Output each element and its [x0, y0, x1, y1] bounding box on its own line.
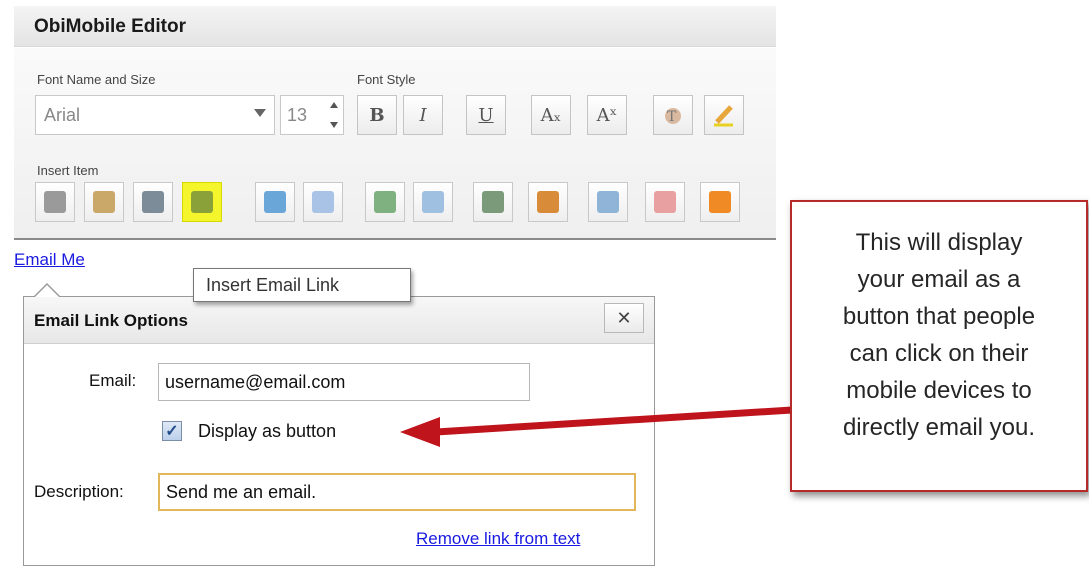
description-input[interactable] [158, 473, 636, 511]
rss-icon [709, 191, 731, 213]
gallery-insert-button[interactable] [528, 182, 568, 222]
editor-title: ObiMobile Editor [34, 16, 186, 37]
font-group-label: Font Name and Size [37, 72, 156, 87]
bold-button[interactable]: B [357, 95, 397, 135]
email-icon [191, 191, 213, 213]
display-as-button-label: Display as button [198, 421, 337, 441]
image-icon [93, 191, 115, 213]
rss-insert-button[interactable] [700, 182, 740, 222]
email-insert-button[interactable] [182, 182, 222, 222]
clock-icon [597, 191, 619, 213]
bold-glyph: B [369, 104, 385, 126]
editor-header: ObiMobile Editor [14, 6, 776, 47]
display-as-button-checkbox[interactable]: ✓ [162, 421, 182, 441]
email-link-options-dialog: Email Link Options ✕ Email: ✓ Display as… [23, 296, 655, 566]
dialog-pointer-fill [35, 285, 59, 297]
insert-email-link-tooltip: Insert Email Link [193, 268, 411, 302]
annotation-callout: This will display your email as a button… [790, 200, 1088, 492]
callout-line: can click on their [849, 340, 1029, 367]
callout-line: button that people [842, 303, 1036, 330]
callout-line: This will display [855, 229, 1023, 256]
svg-text:T: T [667, 109, 677, 125]
dropdown-arrow-icon [254, 109, 266, 117]
text-color-button[interactable]: T [653, 95, 693, 135]
hand-insert-button[interactable] [645, 182, 685, 222]
highlight-button[interactable] [704, 95, 744, 135]
link-insert-button[interactable] [35, 182, 75, 222]
table-icon [312, 191, 334, 213]
film-insert-button[interactable] [473, 182, 513, 222]
underline-glyph: U [478, 104, 494, 126]
spin-up-icon[interactable] [330, 102, 338, 108]
arrow-button-insert-button[interactable] [365, 182, 405, 222]
tooltip-text: Insert Email Link [206, 275, 340, 295]
chart-icon [264, 191, 286, 213]
font-name-value: Arial [44, 105, 81, 125]
table-insert-button[interactable] [303, 182, 343, 222]
phone-insert-button[interactable] [133, 182, 173, 222]
hand-icon [654, 191, 676, 213]
remove-link-button[interactable]: Remove link from text [416, 529, 580, 549]
dialog-header: Email Link Options ✕ [24, 297, 654, 344]
callout-text: This will display your email as a button… [792, 224, 1086, 446]
superscript-button[interactable]: Aˣ [587, 95, 627, 135]
callout-line: mobile devices to [846, 377, 1032, 404]
highlighter-icon [714, 105, 733, 127]
close-icon: ✕ [616, 308, 632, 328]
italic-glyph: I [419, 104, 427, 126]
text-color-icon: T [665, 108, 681, 125]
gallery-icon [537, 191, 559, 213]
spin-down-icon[interactable] [330, 122, 338, 128]
close-button[interactable]: ✕ [604, 303, 644, 333]
clock-insert-button[interactable] [588, 182, 628, 222]
film-icon [482, 191, 504, 213]
underline-button[interactable]: U [466, 95, 506, 135]
font-size-value: 13 [287, 105, 308, 125]
italic-button[interactable]: I [403, 95, 443, 135]
form-insert-button[interactable] [413, 182, 453, 222]
insert-item-toolbar [35, 182, 775, 226]
email-me-link[interactable]: Email Me [14, 250, 85, 270]
email-input[interactable] [158, 363, 530, 401]
insert-group-label: Insert Item [37, 163, 99, 178]
dialog-title: Email Link Options [34, 311, 188, 330]
checkmark-icon: ✓ [165, 423, 179, 440]
image-insert-button[interactable] [84, 182, 124, 222]
superscript-glyph: Aˣ [596, 104, 618, 126]
font-name-select[interactable]: Arial [35, 95, 275, 135]
phone-icon [142, 191, 164, 213]
form-icon [422, 191, 444, 213]
callout-line: directly email you. [842, 414, 1036, 441]
description-label: Description: [34, 482, 124, 501]
email-label: Email: [89, 371, 137, 390]
link-icon [44, 191, 66, 213]
style-group-label: Font Style [357, 72, 416, 87]
subscript-button[interactable]: Aₓ [531, 95, 571, 135]
arrow-button-icon [374, 191, 396, 213]
chart-insert-button[interactable] [255, 182, 295, 222]
subscript-glyph: Aₓ [540, 104, 562, 126]
callout-line: your email as a [857, 266, 1021, 293]
font-size-stepper[interactable]: 13 [280, 95, 344, 135]
